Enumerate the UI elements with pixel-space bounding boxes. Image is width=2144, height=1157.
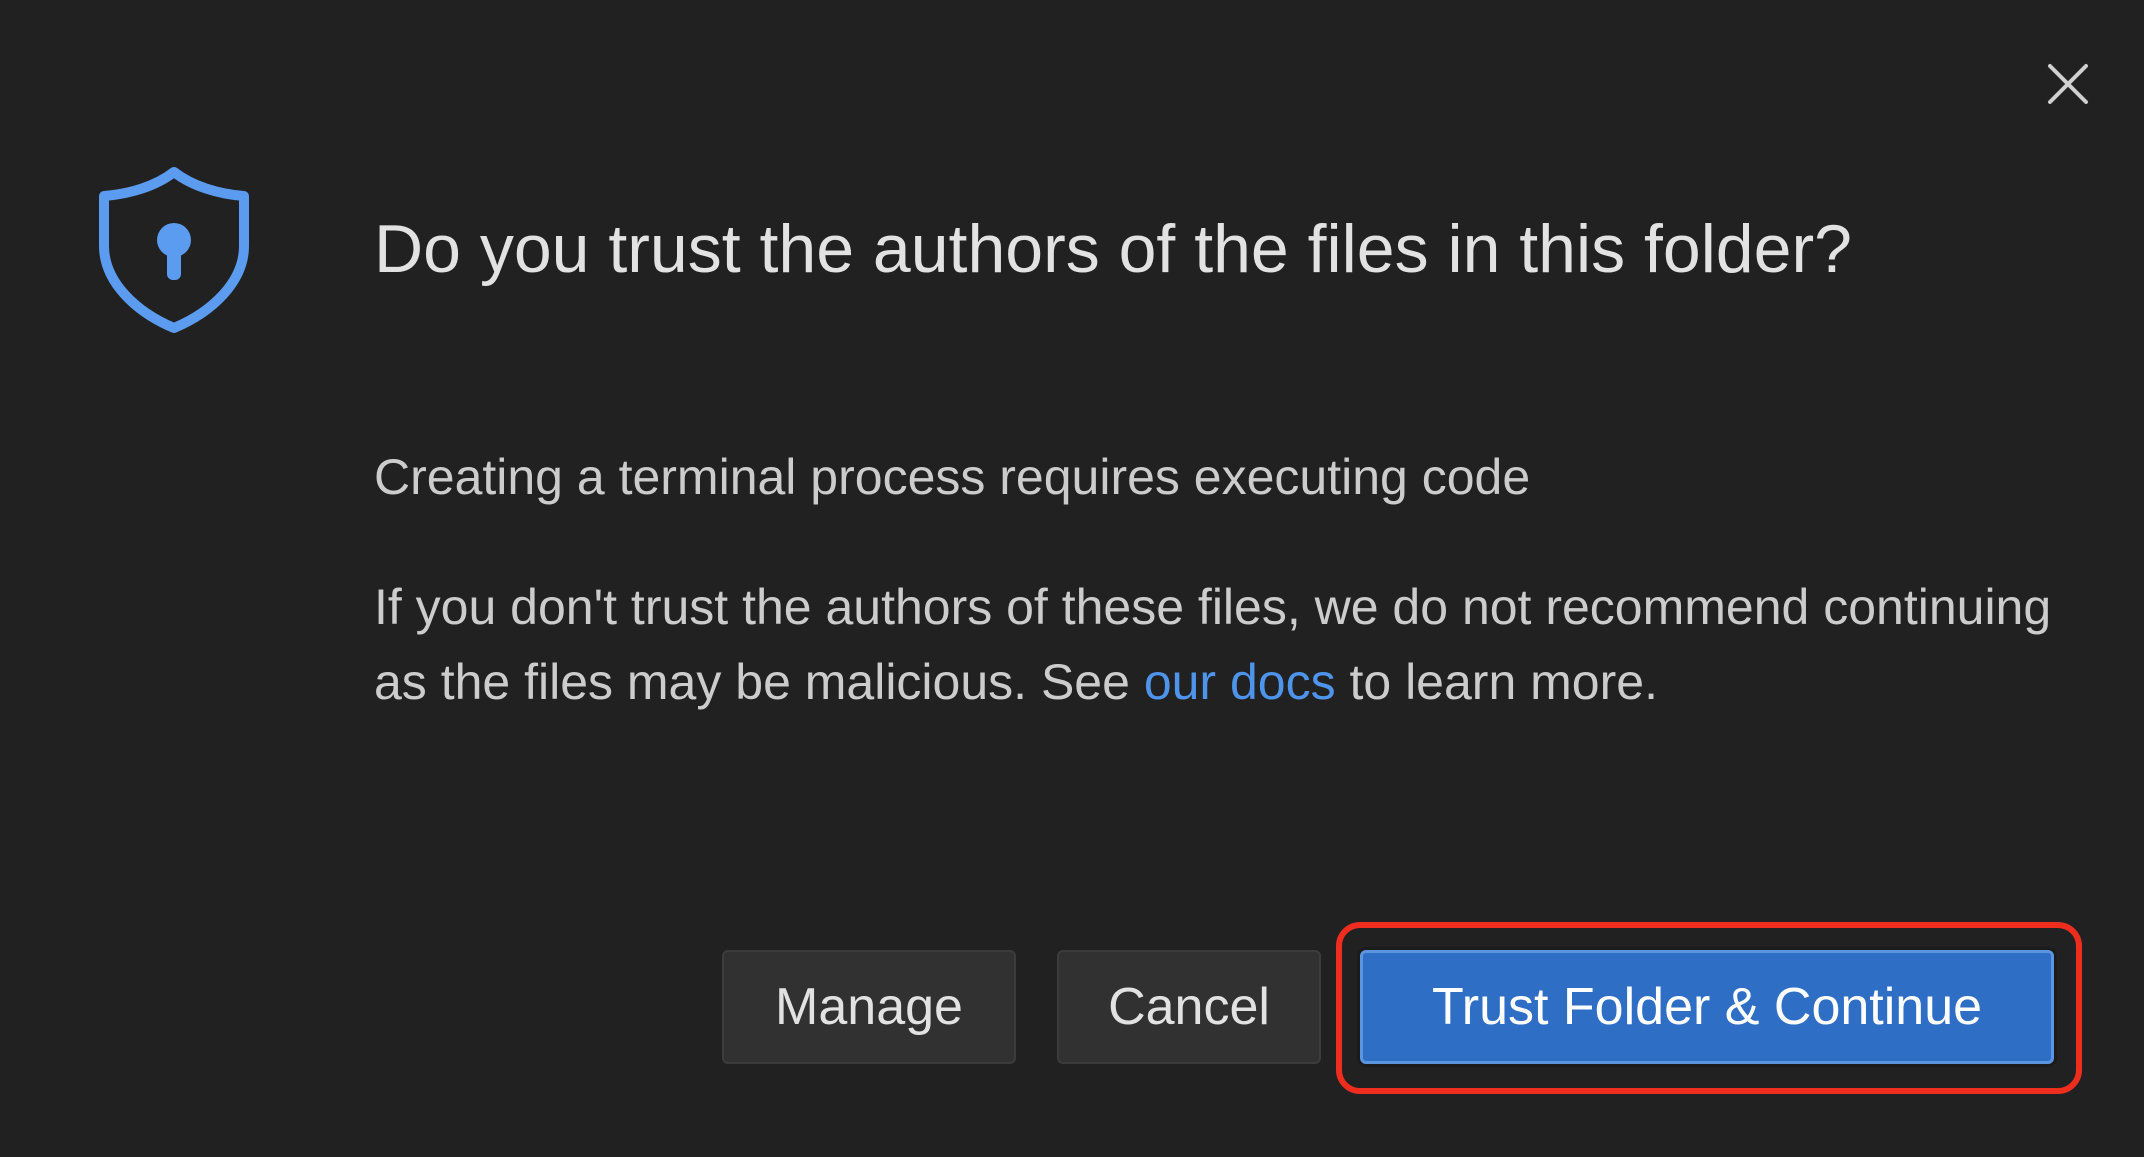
dialog-detail: Creating a terminal process requires exe…: [374, 449, 1531, 505]
close-icon: [2048, 64, 2088, 104]
dialog-message: If you don't trust the authors of these …: [374, 570, 2054, 720]
docs-link[interactable]: our docs: [1144, 654, 1336, 710]
shield-keyhole-icon: [99, 167, 249, 333]
dialog-title: Do you trust the authors of the files in…: [374, 211, 1852, 287]
trust-folder-continue-button[interactable]: Trust Folder & Continue: [1360, 950, 2054, 1064]
message-text-after: to learn more.: [1335, 654, 1658, 710]
manage-button[interactable]: Manage: [722, 950, 1016, 1064]
close-button[interactable]: [2040, 56, 2096, 112]
workspace-trust-dialog: Do you trust the authors of the files in…: [0, 0, 2144, 1157]
cancel-button[interactable]: Cancel: [1057, 950, 1321, 1064]
